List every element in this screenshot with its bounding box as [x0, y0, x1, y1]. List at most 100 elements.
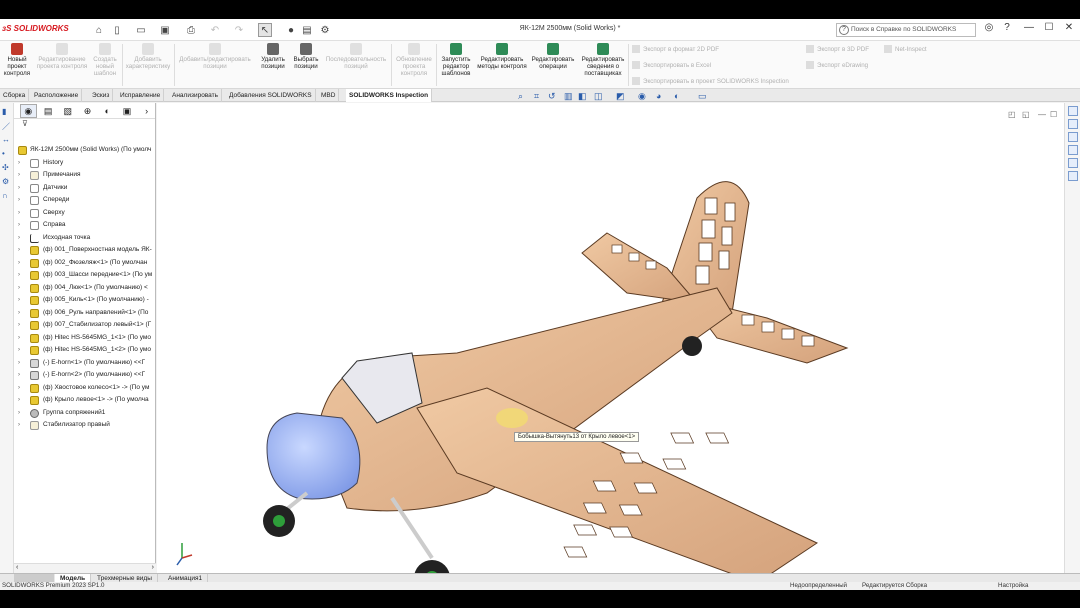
section-view-icon[interactable]: ▥ — [564, 91, 576, 103]
dynamic-annotation-icon[interactable]: ◧ — [578, 91, 590, 103]
tree-node[interactable]: ЯК-12М 2500мм (Solid Works) (По умолч — [14, 144, 156, 157]
tab-markup[interactable]: Исправление — [117, 89, 165, 102]
cmd-update-project-button[interactable]: Обновление проекта контроля — [393, 43, 435, 78]
tab-sketch[interactable]: Эскиз — [89, 89, 114, 102]
tree-node[interactable]: › (-) E-horn<1> (По умолчанию) <<Г — [14, 357, 156, 370]
expand-chevron-icon[interactable]: › — [18, 332, 20, 345]
point-icon[interactable]: • — [2, 149, 12, 159]
expand-chevron-icon[interactable]: › — [18, 232, 20, 245]
export-2d-pdf-button[interactable]: Экспорт в формат 2D PDF — [632, 45, 719, 53]
minimize-icon[interactable]: — — [1020, 22, 1038, 38]
tab-mbd[interactable]: MBD — [318, 89, 340, 102]
display-manager-tab-icon[interactable]: ◐ — [99, 104, 116, 118]
view-palette-icon[interactable] — [1068, 145, 1078, 155]
expand-chevron-icon[interactable]: › — [18, 357, 20, 370]
tree-node[interactable]: › (ф) 005_Киль<1> (По умолчанию) - — [14, 294, 156, 307]
expand-chevron-icon[interactable]: › — [18, 319, 20, 332]
viewport-tile-icon[interactable]: ◱ — [1022, 110, 1030, 119]
expand-chevron-icon[interactable]: › — [18, 382, 20, 395]
tab-addins[interactable]: Добавления SOLIDWORKS — [226, 89, 316, 102]
tree-node[interactable]: › Исходная точка — [14, 232, 156, 245]
redo-icon[interactable]: ↷ — [232, 23, 246, 37]
tab-assembly[interactable]: Сборка — [0, 89, 30, 102]
cmd-balloon-sequence-button[interactable]: Последовательность позиций — [322, 43, 390, 70]
cmd-edit-suppliers-button[interactable]: Редактировать сведения о поставщиках — [580, 43, 626, 78]
help-search-input[interactable]: ? Поиск в Справке по SOLIDWORKS — [836, 23, 976, 37]
tab-solidworks-inspection[interactable]: SOLIDWORKS Inspection — [346, 89, 433, 102]
expand-chevron-icon[interactable]: › — [18, 282, 20, 295]
tree-node[interactable]: › (ф) 004_Люк<1> (По умолчанию) < — [14, 282, 156, 295]
rebuild-icon[interactable]: ● — [284, 23, 298, 37]
property-manager-tab-icon[interactable]: ▤ — [40, 104, 57, 118]
view-orientation-icon[interactable]: ◫ — [594, 91, 606, 103]
solidworks-resources-icon[interactable] — [1068, 106, 1078, 116]
graphics-viewport[interactable]: Бобышка-Вытянуть13 от Крыло левое<1> — [157, 103, 1064, 573]
print-icon[interactable]: ⎙ — [184, 23, 198, 37]
cmd-edit-methods-button[interactable]: Редактировать методы контроля — [477, 43, 527, 70]
expand-chevron-icon[interactable]: › — [18, 257, 20, 270]
tree-node[interactable]: › History — [14, 157, 156, 170]
expand-chevron-icon[interactable]: › — [18, 269, 20, 282]
expand-chevron-icon[interactable]: › — [18, 407, 20, 420]
view-settings-icon[interactable]: ▭ — [698, 91, 710, 103]
tree-node[interactable]: › (ф) Hitec HS-5645MG_1<1> (По умо — [14, 332, 156, 345]
export-edrawing-button[interactable]: Экспорт eDrawing — [806, 61, 868, 69]
expand-chevron-icon[interactable]: › — [18, 344, 20, 357]
previous-view-icon[interactable]: ↺ — [548, 91, 560, 103]
expand-chevron-icon[interactable]: › — [18, 157, 20, 170]
cmd-select-balloons-button[interactable]: Выбрать позиции — [290, 43, 322, 70]
tree-node[interactable]: › (ф) 002_Фюзеляж<1> (По умолчан — [14, 257, 156, 270]
select-arrow-icon[interactable]: ↖ — [258, 23, 272, 37]
open-folder-icon[interactable]: ▭ — [134, 23, 148, 37]
user-account-icon[interactable]: ◎ — [980, 22, 998, 38]
tree-node[interactable]: › Датчики — [14, 182, 156, 195]
close-icon[interactable]: ✕ — [1060, 22, 1078, 38]
design-library-icon[interactable] — [1068, 119, 1078, 129]
viewport-maximize-icon[interactable]: ☐ — [1050, 110, 1057, 119]
appearances-icon[interactable] — [1068, 158, 1078, 168]
expand-chevron-icon[interactable]: › — [18, 307, 20, 320]
export-inspection-project-button[interactable]: Экспортировать в проект SOLIDWORKS Inspe… — [632, 77, 789, 85]
horizontal-scrollbar[interactable]: ‹ › — [14, 563, 156, 573]
maximize-icon[interactable]: ☐ — [1040, 22, 1058, 38]
tree-node[interactable]: › Группа сопряжений1 — [14, 407, 156, 420]
cmd-delete-balloons-button[interactable]: Удалить позиции — [257, 43, 289, 70]
more-tabs-chevron-icon[interactable]: › — [138, 104, 155, 118]
cmd-launch-template-editor-button[interactable]: Запустить редактор шаблонов — [438, 43, 474, 78]
scene-icon[interactable]: ◐ — [674, 91, 686, 103]
save-icon[interactable]: ▣ — [158, 23, 172, 37]
filter-icon[interactable]: ⊽ — [14, 119, 155, 131]
net-inspect-button[interactable]: Net-Inspect — [884, 45, 927, 53]
scroll-right-icon[interactable]: › — [152, 564, 154, 571]
status-customize[interactable]: Настройка — [998, 582, 1028, 590]
expand-chevron-icon[interactable]: › — [18, 207, 20, 220]
cmd-new-project-button[interactable]: Новый проект контроля — [2, 43, 32, 78]
tab-layout[interactable]: Расположение — [31, 89, 83, 102]
expand-chevron-icon[interactable]: › — [18, 169, 20, 182]
feature-tree-tab-icon[interactable]: ◉ — [20, 103, 37, 118]
expand-chevron-icon[interactable]: › — [18, 182, 20, 195]
tree-node[interactable]: › Примечания — [14, 169, 156, 182]
export-3d-pdf-button[interactable]: Экспорт в 3D PDF — [806, 45, 869, 53]
viewport-restore-icon[interactable]: ◰ — [1008, 110, 1016, 119]
component-icon[interactable]: ⚙ — [2, 177, 12, 187]
dimxpert-tab-icon[interactable]: ⊕ — [79, 104, 96, 118]
feature-manager-toggle-icon[interactable]: ▮ — [2, 107, 12, 117]
expand-chevron-icon[interactable]: › — [18, 369, 20, 382]
zoom-to-area-icon[interactable]: ⌗ — [534, 91, 546, 103]
cmd-add-characteristic-button[interactable]: Добавить характеристику — [124, 43, 172, 70]
options-gear-icon[interactable]: ⚙ — [318, 23, 332, 37]
viewport-minimize-icon[interactable]: — — [1038, 110, 1046, 119]
custom-properties-icon[interactable] — [1068, 171, 1078, 181]
tree-node[interactable]: › (ф) 001_Поверхностная модель ЯК- — [14, 244, 156, 257]
tree-node[interactable]: › (ф) 007_Стабилизатор левый<1> (Г — [14, 319, 156, 332]
tab-evaluate[interactable]: Анализировать — [169, 89, 223, 102]
tree-node[interactable]: › (ф) Hitec HS-5645MG_1<2> (По умо — [14, 344, 156, 357]
smart-dimension-icon[interactable]: ↔ — [2, 135, 12, 145]
expand-chevron-icon[interactable]: › — [18, 244, 20, 257]
expand-chevron-icon[interactable]: › — [18, 294, 20, 307]
zoom-to-fit-icon[interactable]: ⌕ — [518, 91, 530, 103]
home-icon[interactable]: ⌂ — [92, 23, 106, 37]
tree-node[interactable]: › (ф) 006_Руль направлений<1> (По — [14, 307, 156, 320]
expand-chevron-icon[interactable]: › — [18, 394, 20, 407]
